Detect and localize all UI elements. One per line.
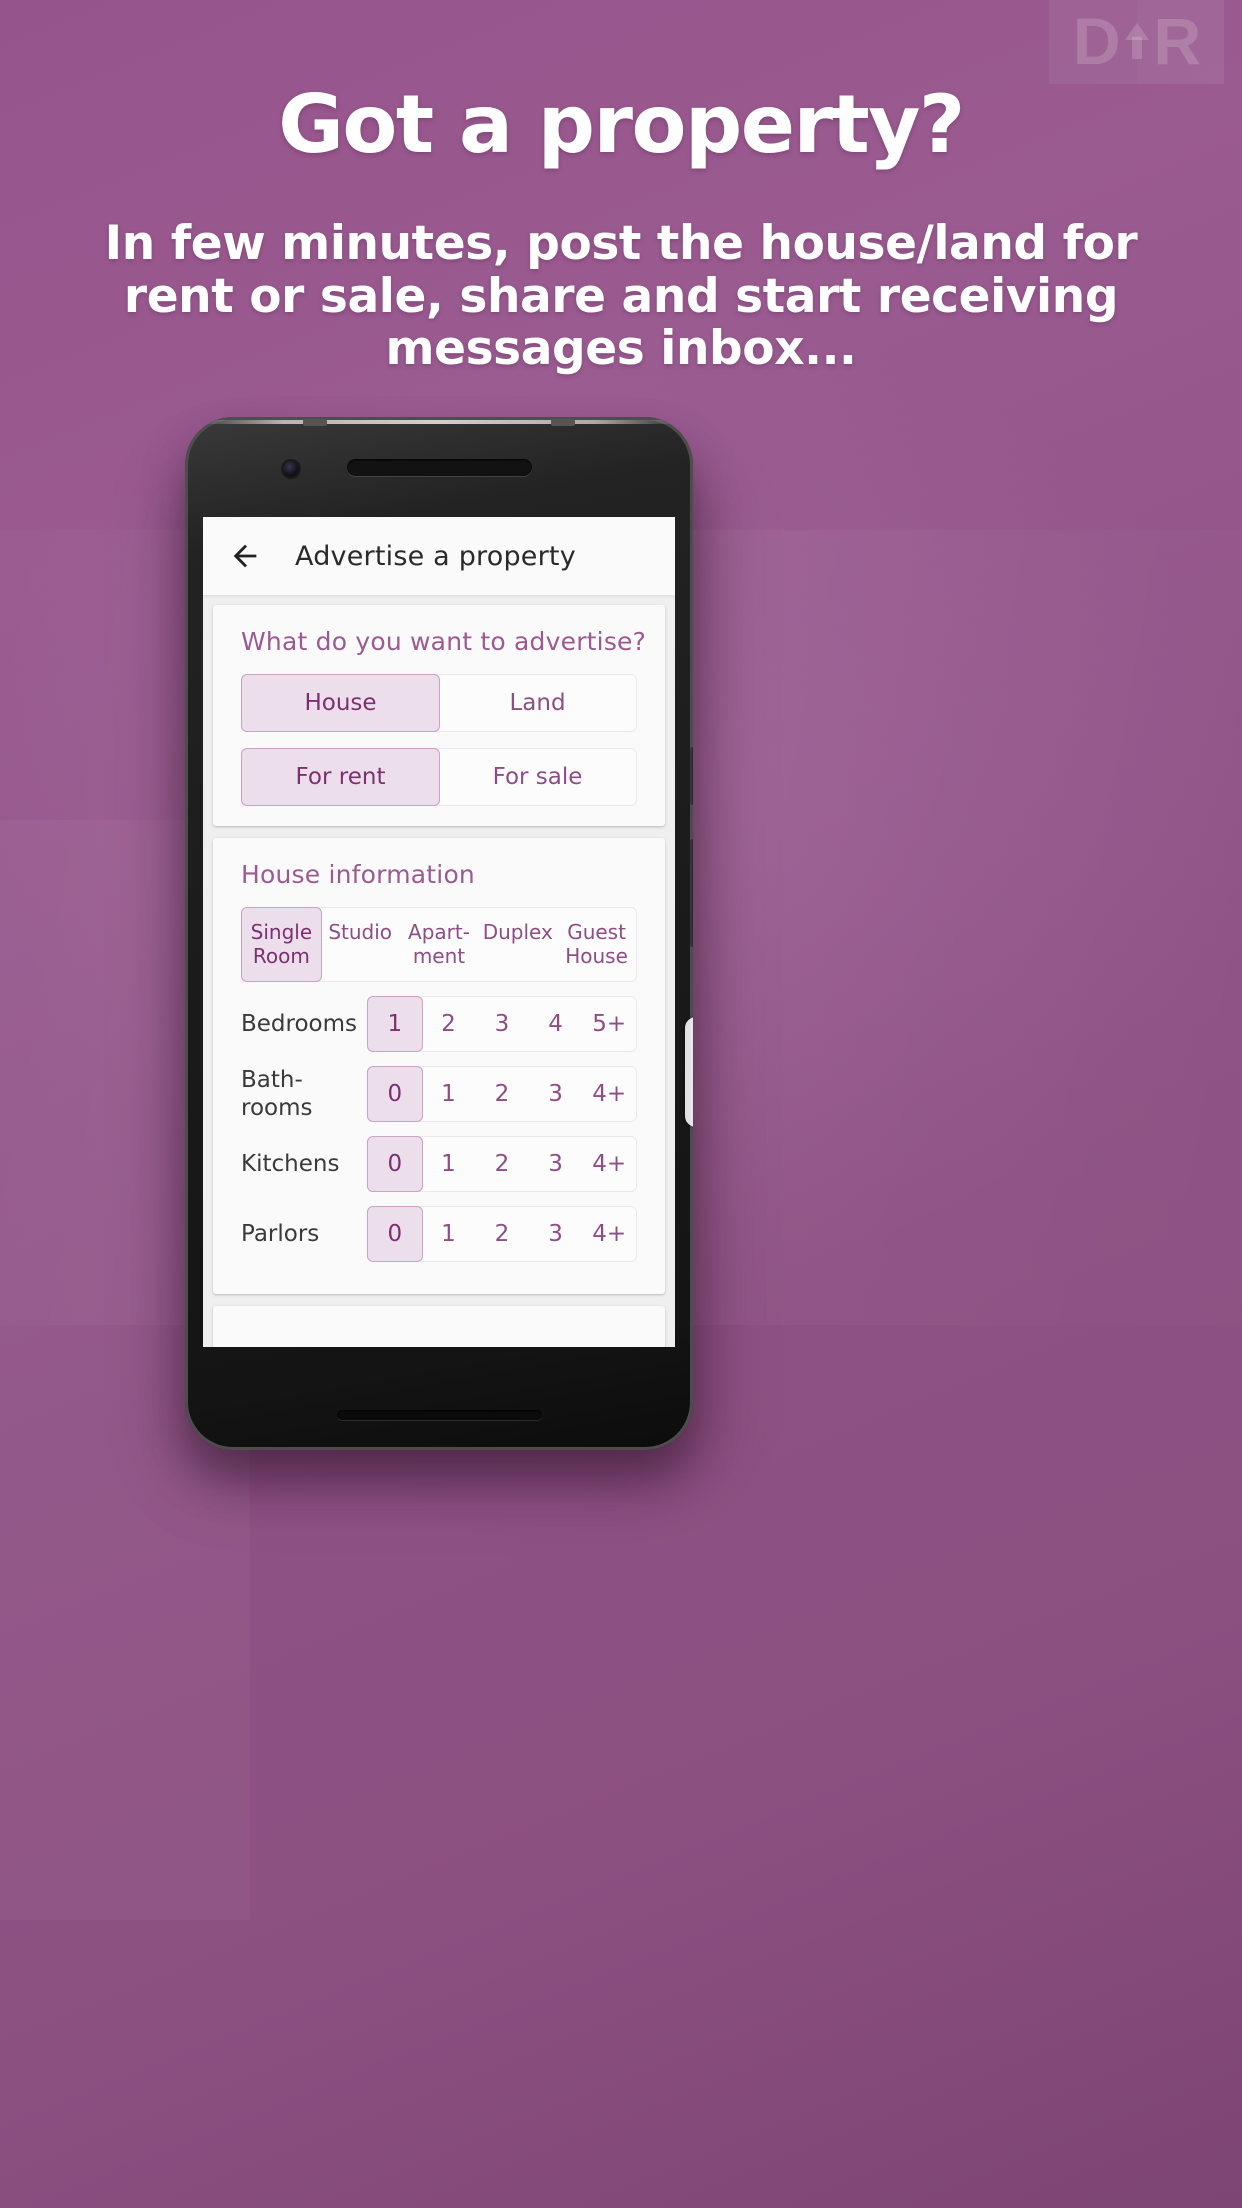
chip-studio[interactable]: Studio [321,908,400,981]
label-bedrooms: Bedrooms [241,1010,358,1037]
promo-headline: Got a property? [278,78,965,171]
counter-bedrooms-option-2[interactable]: 2 [422,997,476,1051]
counter-bathrooms-option-1[interactable]: 1 [422,1067,476,1121]
card-advertise-type: What do you want to advertise? House Lan… [213,605,665,826]
chip-guest-house[interactable]: Guest House [557,908,636,981]
card-title-house-information: House information [241,860,475,889]
card-next-section-partial [213,1305,665,1347]
counter-parlors: 0 1 2 3 4+ [367,1205,637,1262]
watermark-panel-right [1137,0,1225,84]
counter-kitchens-option-2[interactable]: 2 [475,1137,529,1191]
form-scroll-area[interactable]: What do you want to advertise? House Lan… [203,595,675,1347]
counter-bathrooms: 0 1 2 3 4+ [367,1065,637,1122]
chip-duplex[interactable]: Duplex [478,908,557,981]
power-button[interactable] [690,747,693,805]
promo-screenshot: D R Got a property? In few minutes, post… [0,0,1242,2208]
chip-apartment[interactable]: Apart- ment [400,908,479,981]
chips-house-type: Single Room Studio Apart- ment Duplex Gu… [241,907,637,982]
row-bathrooms: Bath- rooms 0 1 2 3 4+ [241,1065,637,1122]
segment-option-for-sale[interactable]: For sale [439,749,636,805]
chip-single-room[interactable]: Single Room [241,907,322,982]
row-kitchens: Kitchens 0 1 2 3 4+ [241,1135,637,1192]
counter-bedrooms-option-5plus[interactable]: 5+ [582,997,636,1051]
card-title-advertise: What do you want to advertise? [241,627,647,656]
counter-bedrooms: 1 2 3 4 5+ [367,995,637,1052]
counter-bedrooms-option-1[interactable]: 1 [367,995,423,1052]
counter-bathrooms-option-4plus[interactable]: 4+ [582,1067,636,1121]
phone-antenna-right [551,419,575,426]
promo-subheadline: In few minutes, post the house/land for … [104,216,1138,377]
counter-parlors-option-2[interactable]: 2 [475,1207,529,1261]
row-bedrooms: Bedrooms 1 2 3 4 5+ [241,995,637,1052]
segment-option-house[interactable]: House [241,674,440,732]
counter-kitchens: 0 1 2 3 4+ [367,1135,637,1192]
card-house-information: House information Single Room Studio Apa… [213,838,665,1294]
phone-screen: Advertise a property What do you want to… [203,517,675,1347]
label-parlors: Parlors [241,1220,320,1247]
row-parlors: Parlors 0 1 2 3 4+ [241,1205,637,1262]
phone-antenna-left [303,419,327,426]
volume-button[interactable] [690,839,693,947]
counter-kitchens-option-4plus[interactable]: 4+ [582,1137,636,1191]
page-title: Advertise a property [295,540,576,572]
earpiece-speaker [347,459,532,476]
watermark-letter-d: D [1072,4,1121,78]
counter-bathrooms-option-0[interactable]: 0 [367,1065,423,1122]
segmented-property-kind: House Land [241,674,637,732]
counter-bedrooms-option-3[interactable]: 3 [475,997,529,1051]
segment-option-land[interactable]: Land [439,675,636,731]
segmented-listing-purpose: For rent For sale [241,748,637,806]
counter-kitchens-option-3[interactable]: 3 [529,1137,583,1191]
watermark-letter-r: R [1153,4,1202,78]
watermark-logo: D R [1049,0,1224,84]
back-arrow-icon[interactable] [223,534,267,578]
counter-kitchens-option-1[interactable]: 1 [422,1137,476,1191]
segment-option-for-rent[interactable]: For rent [241,748,440,806]
app-bar: Advertise a property [203,517,675,595]
counter-parlors-option-3[interactable]: 3 [529,1207,583,1261]
arrow-up-icon [1124,21,1150,61]
phone-mockup: Advertise a property What do you want to… [185,417,693,1450]
front-camera-icon [283,461,299,477]
phone-side-accent [685,1017,693,1127]
phone-top-edge [197,420,681,424]
watermark-panel-left [1049,0,1224,84]
counter-bathrooms-option-2[interactable]: 2 [475,1067,529,1121]
label-kitchens: Kitchens [241,1150,340,1177]
counter-kitchens-option-0[interactable]: 0 [367,1135,423,1192]
bottom-speaker [337,1410,542,1420]
counter-bedrooms-option-4[interactable]: 4 [529,997,583,1051]
counter-parlors-option-0[interactable]: 0 [367,1205,423,1262]
counter-parlors-option-1[interactable]: 1 [422,1207,476,1261]
counter-parlors-option-4plus[interactable]: 4+ [582,1207,636,1261]
label-bathrooms: Bath- rooms [241,1066,313,1121]
counter-bathrooms-option-3[interactable]: 3 [529,1067,583,1121]
